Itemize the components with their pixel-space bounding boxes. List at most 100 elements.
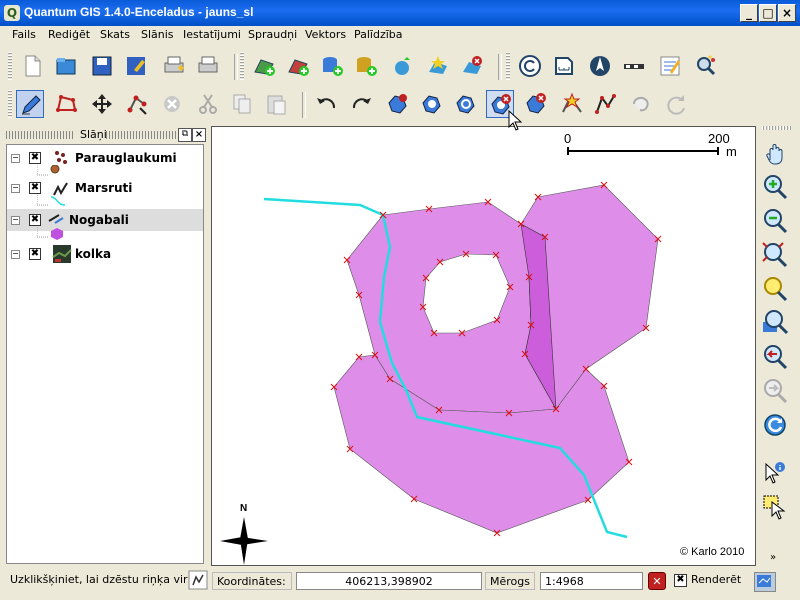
- toolbar-extension-icon[interactable]: »: [770, 552, 776, 563]
- map-canvas[interactable]: 0 200 m N © Karlo 2010: [211, 126, 756, 566]
- move-feature-icon[interactable]: [88, 90, 116, 118]
- title-bar: Q Quantum GIS 1.4.0-Enceladus - jauns_sl…: [0, 0, 800, 26]
- menu-file[interactable]: Fails: [12, 28, 36, 41]
- float-panel-icon[interactable]: ⧉: [178, 128, 192, 142]
- add-ring-icon[interactable]: [418, 90, 446, 118]
- node-tool-icon[interactable]: [124, 90, 152, 118]
- collapse-icon[interactable]: −: [11, 250, 20, 259]
- collapse-icon[interactable]: −: [11, 216, 20, 225]
- coordinates-field[interactable]: 406213,398902: [296, 572, 482, 590]
- new-vector-layer-icon[interactable]: [424, 52, 452, 80]
- layers-panel: Slāņi ⧉ × − ✖ Parauglaukumi − ✖ Marsruti…: [6, 128, 206, 564]
- coordinate-capture-icon[interactable]: [188, 570, 208, 590]
- undo-icon[interactable]: [312, 90, 340, 118]
- toolbar-grip[interactable]: [8, 90, 12, 118]
- merge-features-icon[interactable]: [628, 90, 656, 118]
- scale-bar-start: 0: [564, 131, 571, 146]
- copy-features-icon[interactable]: [228, 90, 256, 118]
- add-vector-layer-icon[interactable]: [250, 52, 278, 80]
- layer-item-marsruti[interactable]: − ✖ Marsruti: [7, 177, 203, 206]
- toolbar-grip[interactable]: [762, 126, 792, 130]
- menu-layer[interactable]: Slānis: [141, 28, 174, 41]
- menu-view[interactable]: Skats: [100, 28, 130, 41]
- rotate-icon[interactable]: [662, 90, 690, 118]
- add-raster-layer-icon[interactable]: [284, 52, 312, 80]
- remove-layer-icon[interactable]: [458, 52, 486, 80]
- copyright-label-icon[interactable]: [516, 52, 544, 80]
- layer-visibility-checkbox[interactable]: ✖: [29, 214, 41, 226]
- open-project-icon[interactable]: [52, 52, 80, 80]
- paste-features-icon[interactable]: [262, 90, 290, 118]
- delete-selected-icon[interactable]: [158, 90, 186, 118]
- zoom-identify-icon[interactable]: [692, 52, 720, 80]
- collapse-icon[interactable]: −: [11, 154, 20, 163]
- menu-settings[interactable]: Iestatījumi: [183, 28, 241, 41]
- refresh-icon[interactable]: [760, 410, 794, 440]
- layer-item-kolka[interactable]: − ✖ kolka: [7, 243, 203, 265]
- print-icon[interactable]: [194, 52, 222, 80]
- zoom-full-icon[interactable]: [760, 240, 794, 270]
- add-island-icon[interactable]: [452, 90, 480, 118]
- redo-icon[interactable]: [348, 90, 376, 118]
- minimize-button[interactable]: _: [740, 4, 758, 22]
- toolbar-grip[interactable]: [240, 52, 244, 80]
- cut-features-icon[interactable]: [194, 90, 222, 118]
- scale-field[interactable]: 1:4968: [540, 572, 643, 590]
- map-drawing[interactable]: 0 200 m N © Karlo 2010: [212, 127, 755, 565]
- reshape-features-icon[interactable]: [558, 90, 586, 118]
- zoom-to-selection-icon[interactable]: [760, 274, 794, 304]
- pan-icon[interactable]: [760, 138, 794, 168]
- menu-vector[interactable]: Vektors: [305, 28, 346, 41]
- stop-rendering-icon[interactable]: ✕: [648, 572, 666, 590]
- identify-features-icon[interactable]: [760, 458, 794, 488]
- split-features-icon[interactable]: [592, 90, 620, 118]
- toggle-editing-icon[interactable]: [16, 90, 44, 118]
- menu-plugins[interactable]: Spraudņi: [248, 28, 297, 41]
- render-checkbox[interactable]: ✖: [674, 574, 687, 587]
- layer-visibility-checkbox[interactable]: ✖: [29, 152, 41, 164]
- zoom-to-layer-icon[interactable]: [760, 308, 794, 338]
- toolbar-separator: [302, 92, 306, 118]
- scale-bar-unit: m: [726, 144, 737, 159]
- annotation-icon[interactable]: [656, 52, 684, 80]
- layer-visibility-checkbox[interactable]: ✖: [29, 248, 41, 260]
- zoom-next-icon[interactable]: [760, 376, 794, 406]
- print-composer-icon[interactable]: [160, 52, 188, 80]
- zoom-in-icon[interactable]: [760, 172, 794, 202]
- measure-line-icon[interactable]: [620, 52, 648, 80]
- menu-help[interactable]: Palīdzība: [354, 28, 403, 41]
- simplify-feature-icon[interactable]: [384, 90, 412, 118]
- north-arrow-icon[interactable]: [586, 52, 614, 80]
- maximize-button[interactable]: □: [759, 4, 777, 22]
- layers-panel-header: Slāņi ⧉ ×: [6, 128, 206, 142]
- save-as-icon[interactable]: [122, 52, 150, 80]
- projection-status-icon[interactable]: [754, 572, 776, 592]
- qgis-logo-icon: Q: [4, 5, 20, 21]
- add-postgis-layer-icon[interactable]: [318, 52, 346, 80]
- capture-polygon-icon[interactable]: [52, 90, 80, 118]
- menu-bar: Fails Rediģēt Skats Slānis Iestatījumi S…: [0, 26, 800, 44]
- layer-item-nogabali[interactable]: − ✖ Nogabali: [7, 209, 203, 240]
- dock-grip[interactable]: [6, 131, 74, 139]
- dock-grip[interactable]: [106, 131, 176, 139]
- scale-bar-icon[interactable]: [550, 52, 578, 80]
- status-message: Uzklikšķiniet, lai dzēstu riņķa virsotni: [10, 573, 188, 586]
- status-bar: Uzklikšķiniet, lai dzēstu riņķa virsotni…: [0, 568, 800, 600]
- toolbar-grip[interactable]: [506, 52, 510, 80]
- close-button[interactable]: ×: [778, 4, 796, 22]
- layer-item-parauglaukumi[interactable]: − ✖ Parauglaukumi: [7, 147, 203, 176]
- layer-name: Nogabali: [69, 213, 129, 227]
- layer-visibility-checkbox[interactable]: ✖: [29, 182, 41, 194]
- save-project-icon[interactable]: [88, 52, 116, 80]
- menu-edit[interactable]: Rediģēt: [48, 28, 90, 41]
- add-spatialite-layer-icon[interactable]: [352, 52, 380, 80]
- new-project-icon[interactable]: [18, 52, 46, 80]
- delete-part-icon[interactable]: [522, 90, 550, 118]
- zoom-out-icon[interactable]: [760, 206, 794, 236]
- select-features-icon[interactable]: [760, 492, 794, 522]
- close-panel-icon[interactable]: ×: [192, 128, 206, 142]
- toolbar-grip[interactable]: [8, 52, 12, 80]
- zoom-last-icon[interactable]: [760, 342, 794, 372]
- collapse-icon[interactable]: −: [11, 184, 20, 193]
- add-wms-layer-icon[interactable]: [388, 52, 416, 80]
